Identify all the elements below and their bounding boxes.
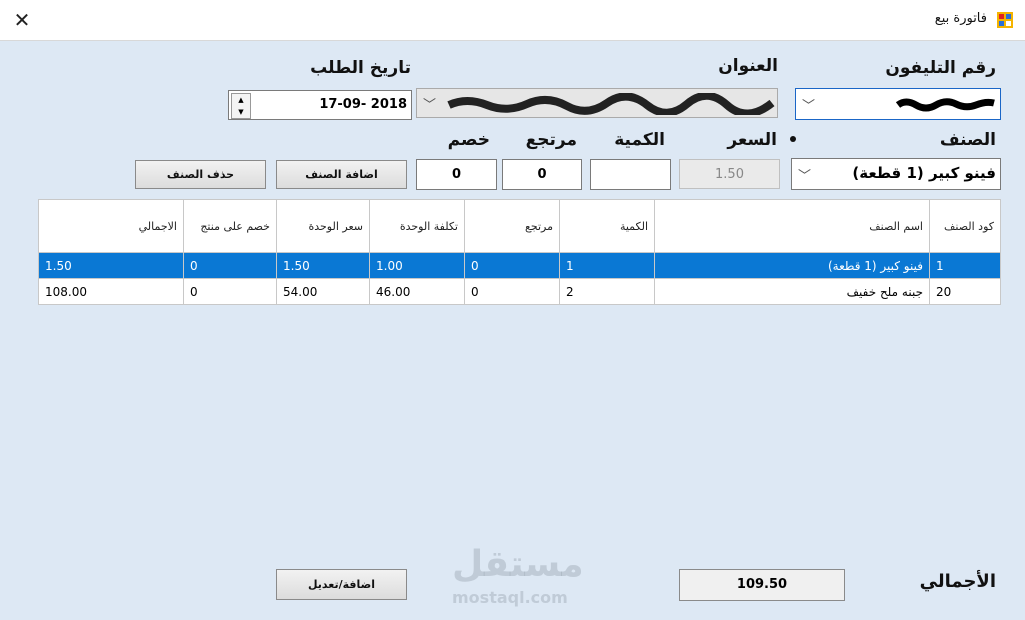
discount-value: 0: [451, 167, 462, 182]
close-icon[interactable]: ✕: [10, 8, 34, 32]
items-table: كود الصنف اسم الصنف الكمية مرتجع تكلفة ا…: [38, 199, 1001, 305]
cell-returned[interactable]: 0: [464, 278, 560, 305]
phone-label: رقم التليفون: [885, 58, 996, 78]
chevron-down-icon: ﹀: [423, 98, 437, 113]
price-value: 1.50: [715, 167, 744, 182]
bullet-dot: [790, 136, 796, 142]
watermark-url: mostaql.com: [452, 588, 568, 607]
cell-qty[interactable]: 2: [559, 278, 655, 305]
cell-unit-price[interactable]: 1.50: [276, 252, 370, 279]
total-field: 109.50: [679, 569, 845, 601]
cell-total[interactable]: 108.00: [38, 278, 184, 305]
item-combobox-value: فينو كبير (1 قطعة): [852, 164, 996, 182]
price-label: السعر: [727, 130, 777, 150]
returned-value: 0: [537, 167, 547, 182]
chevron-down-icon: ﹀: [798, 169, 812, 184]
table-row[interactable]: 20 جبنه ملح خفيف 2 0 46.00 54.00 0 108.0…: [38, 278, 1001, 305]
app-icon: [997, 12, 1013, 28]
order-date-value: 17-09- 2018: [319, 97, 407, 112]
address-combobox[interactable]: ﹀: [416, 88, 778, 118]
col-header-total[interactable]: الاجمالي: [38, 199, 184, 253]
table-row[interactable]: 1 فينو كبير (1 قطعة) 1 0 1.00 1.50 0 1.5…: [38, 252, 1001, 279]
returned-field[interactable]: 0: [502, 159, 582, 190]
address-label: العنوان: [718, 56, 778, 76]
date-spinner[interactable]: ▲ ▼: [231, 93, 251, 119]
discount-label: خصم: [447, 130, 490, 150]
redaction-scribble: [896, 98, 995, 112]
quantity-field[interactable]: [590, 159, 671, 190]
cell-discount[interactable]: 0: [183, 252, 277, 279]
col-header-code[interactable]: كود الصنف: [929, 199, 1001, 253]
col-header-name[interactable]: اسم الصنف: [654, 199, 930, 253]
title-bar: ✕ فاتورة بيع: [0, 0, 1025, 41]
col-header-discount[interactable]: خصم على منتج: [183, 199, 277, 253]
quantity-label: الكمية: [614, 130, 665, 150]
total-label: الأجمالي: [919, 571, 996, 592]
cell-cost[interactable]: 46.00: [369, 278, 465, 305]
col-header-cost[interactable]: تكلفة الوحدة: [369, 199, 465, 253]
cell-code[interactable]: 1: [929, 252, 1001, 279]
redaction-scribble: [447, 93, 775, 115]
col-header-qty[interactable]: الكمية: [559, 199, 655, 253]
phone-combobox[interactable]: ﹀: [795, 88, 1001, 120]
total-value: 109.50: [736, 577, 788, 592]
watermark-logo: مستقل: [452, 544, 584, 585]
cell-cost[interactable]: 1.00: [369, 252, 465, 279]
cell-qty[interactable]: 1: [559, 252, 655, 279]
delete-item-button[interactable]: حذف الصنف: [135, 160, 266, 189]
returned-label: مرتجع: [525, 130, 577, 150]
cell-code[interactable]: 20: [929, 278, 1001, 305]
chevron-down-icon: ﹀: [802, 99, 816, 114]
cell-name[interactable]: جبنه ملح خفيف: [654, 278, 930, 305]
item-combobox[interactable]: ﹀ فينو كبير (1 قطعة): [791, 158, 1001, 190]
cell-total[interactable]: 1.50: [38, 252, 184, 279]
cell-discount[interactable]: 0: [183, 278, 277, 305]
window-title: فاتورة بيع: [934, 11, 987, 26]
item-label: الصنف: [939, 130, 996, 150]
table-header-row: كود الصنف اسم الصنف الكمية مرتجع تكلفة ا…: [38, 199, 1001, 253]
cell-unit-price[interactable]: 54.00: [276, 278, 370, 305]
col-header-returned[interactable]: مرتجع: [464, 199, 560, 253]
discount-field[interactable]: 0: [416, 159, 497, 190]
order-date-label: تاريخ الطلب: [310, 58, 411, 78]
cell-returned[interactable]: 0: [464, 252, 560, 279]
col-header-unit-price[interactable]: سعر الوحدة: [276, 199, 370, 253]
price-field: 1.50: [679, 159, 780, 189]
add-edit-button[interactable]: اضافة/تعديل: [276, 569, 407, 600]
order-date-picker[interactable]: ▲ ▼ 17-09- 2018: [228, 90, 412, 120]
add-item-button[interactable]: اضافة الصنف: [276, 160, 407, 189]
cell-name[interactable]: فينو كبير (1 قطعة): [654, 252, 930, 279]
